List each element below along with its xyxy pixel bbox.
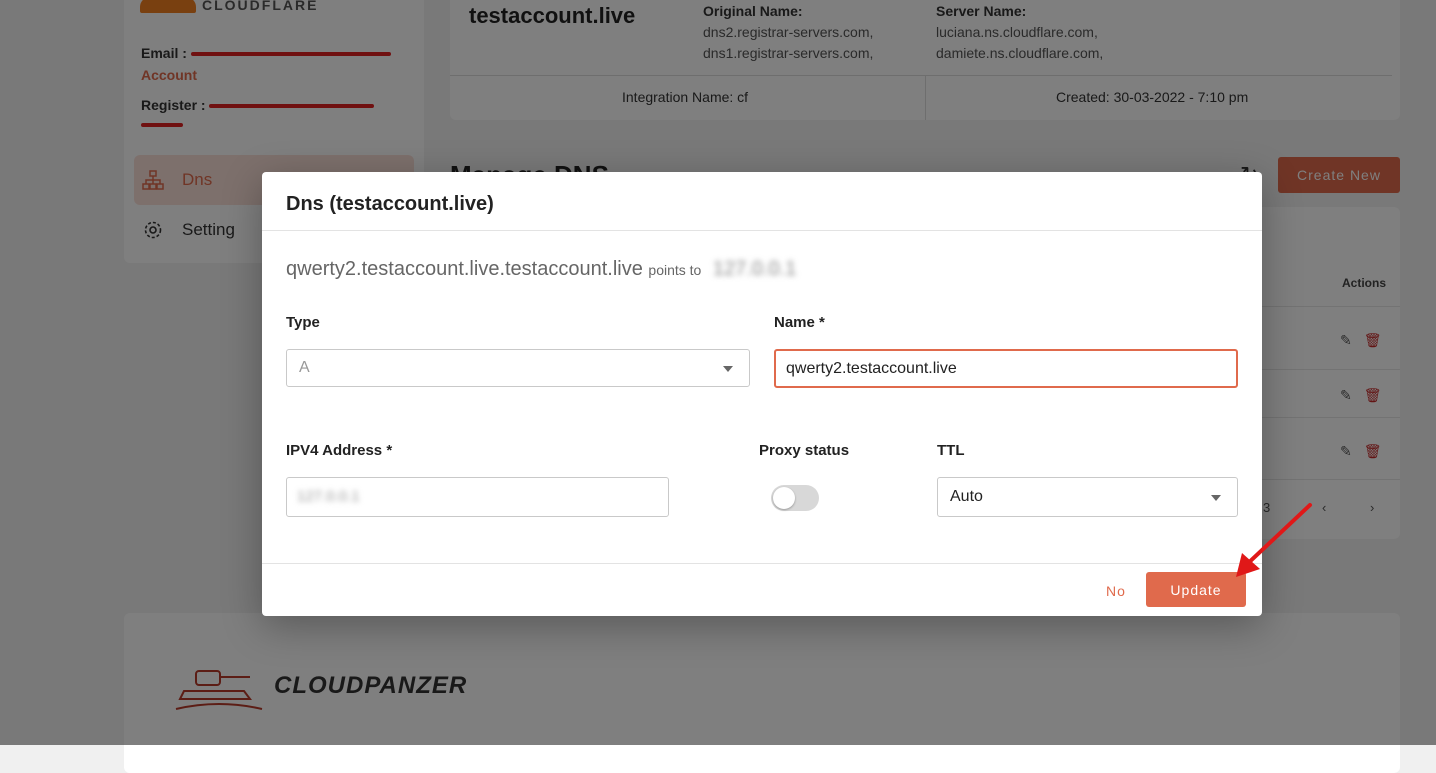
- update-button[interactable]: Update: [1146, 572, 1246, 607]
- type-select[interactable]: A: [286, 349, 750, 387]
- toggle-knob: [773, 487, 795, 509]
- divider: [262, 563, 1262, 564]
- ipv4-value-blurred: 127.0.0.1: [297, 488, 360, 505]
- proxy-status-label: Proxy status: [759, 442, 850, 459]
- points-to-label: points to: [648, 262, 702, 278]
- ttl-select[interactable]: Auto: [937, 477, 1238, 517]
- caret-down-icon: [723, 366, 733, 372]
- dialog-title: Dns (testaccount.live): [286, 193, 494, 215]
- dns-edit-dialog: Dns (testaccount.live) qwerty2.testaccou…: [262, 172, 1262, 616]
- ttl-select-value: Auto: [950, 488, 983, 505]
- target-ip-blurred: 127.0.0.1: [712, 258, 797, 280]
- name-label: Name *: [774, 314, 825, 331]
- type-label: Type: [286, 314, 320, 331]
- ttl-label: TTL: [937, 442, 965, 459]
- record-full-name: qwerty2.testaccount.live.testaccount.liv…: [286, 258, 643, 280]
- proxy-status-toggle[interactable]: [771, 485, 819, 511]
- type-select-value: A: [299, 359, 310, 376]
- divider: [262, 230, 1262, 231]
- ipv4-input[interactable]: 127.0.0.1: [286, 477, 669, 517]
- ipv4-label: IPV4 Address *: [286, 442, 393, 459]
- name-input[interactable]: [774, 349, 1238, 388]
- no-button[interactable]: No: [1084, 573, 1148, 609]
- caret-down-icon: [1211, 495, 1221, 501]
- record-summary: qwerty2.testaccount.live.testaccount.liv…: [286, 258, 796, 281]
